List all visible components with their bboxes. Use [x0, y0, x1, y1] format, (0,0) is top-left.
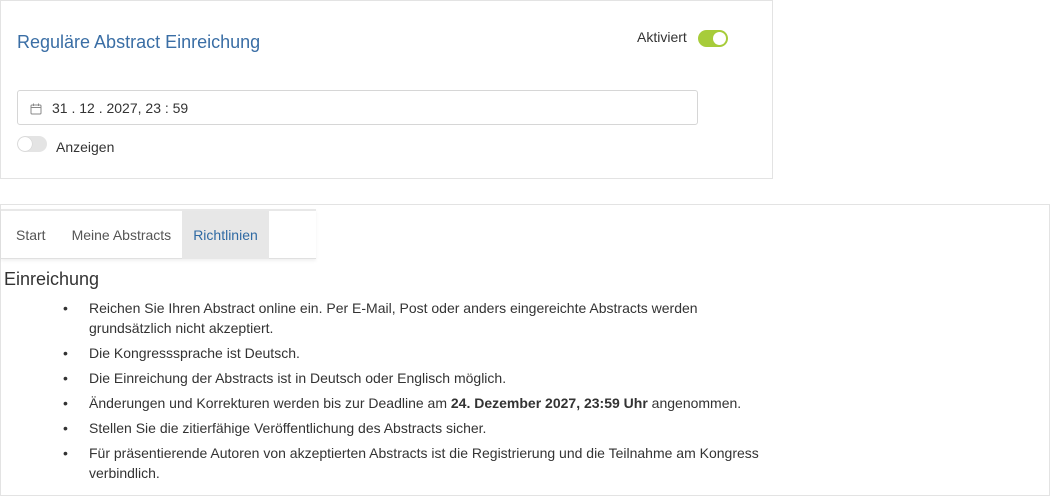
deadline-date-value: 31 . 12 . 2027, 23 : 59	[52, 99, 189, 116]
show-toggle[interactable]	[17, 136, 47, 152]
activated-wrap: Aktiviert	[637, 29, 687, 45]
rule-text-post: angenommen.	[647, 395, 742, 411]
rules-list: Reichen Sie Ihren Abstract online ein. P…	[63, 298, 783, 488]
list-item: Reichen Sie Ihren Abstract online ein. P…	[63, 298, 783, 338]
list-item: Stellen Sie die zitierfähige Veröffentli…	[63, 418, 783, 438]
toggle-knob	[713, 32, 726, 45]
section-title: Einreichung	[4, 269, 100, 289]
rule-text-pre: Änderungen und Korrekturen werden bis zu…	[89, 395, 451, 411]
activated-label: Aktiviert	[637, 29, 687, 45]
list-item: Die Kongresssprache ist Deutsch.	[63, 343, 783, 363]
show-label: Anzeigen	[56, 139, 115, 155]
list-item: Für präsentierende Autoren von akzeptier…	[63, 443, 783, 483]
deadline-date-input[interactable]: 31 . 12 . 2027, 23 : 59	[17, 90, 698, 125]
card-title: Reguläre Abstract Einreichung	[17, 32, 261, 52]
tab-my-abstracts[interactable]: Meine Abstracts	[61, 211, 183, 259]
toggle-knob	[18, 137, 32, 151]
guidelines-panel: Start Meine Abstracts Richtlinien Einrei…	[0, 204, 1050, 496]
tab-guidelines[interactable]: Richtlinien	[182, 211, 269, 259]
list-item: Änderungen und Korrekturen werden bis zu…	[63, 393, 783, 413]
tab-bar: Start Meine Abstracts Richtlinien	[1, 209, 316, 259]
submission-card: Reguläre Abstract Einreichung Aktiviert …	[0, 0, 773, 179]
calendar-icon	[30, 102, 42, 114]
deadline-highlight: 24. Dezember 2027, 23:59 Uhr	[450, 395, 648, 411]
list-item: Die Einreichung der Abstracts ist in Deu…	[63, 368, 783, 388]
activated-toggle[interactable]	[698, 30, 728, 47]
tab-start[interactable]: Start	[1, 211, 61, 259]
